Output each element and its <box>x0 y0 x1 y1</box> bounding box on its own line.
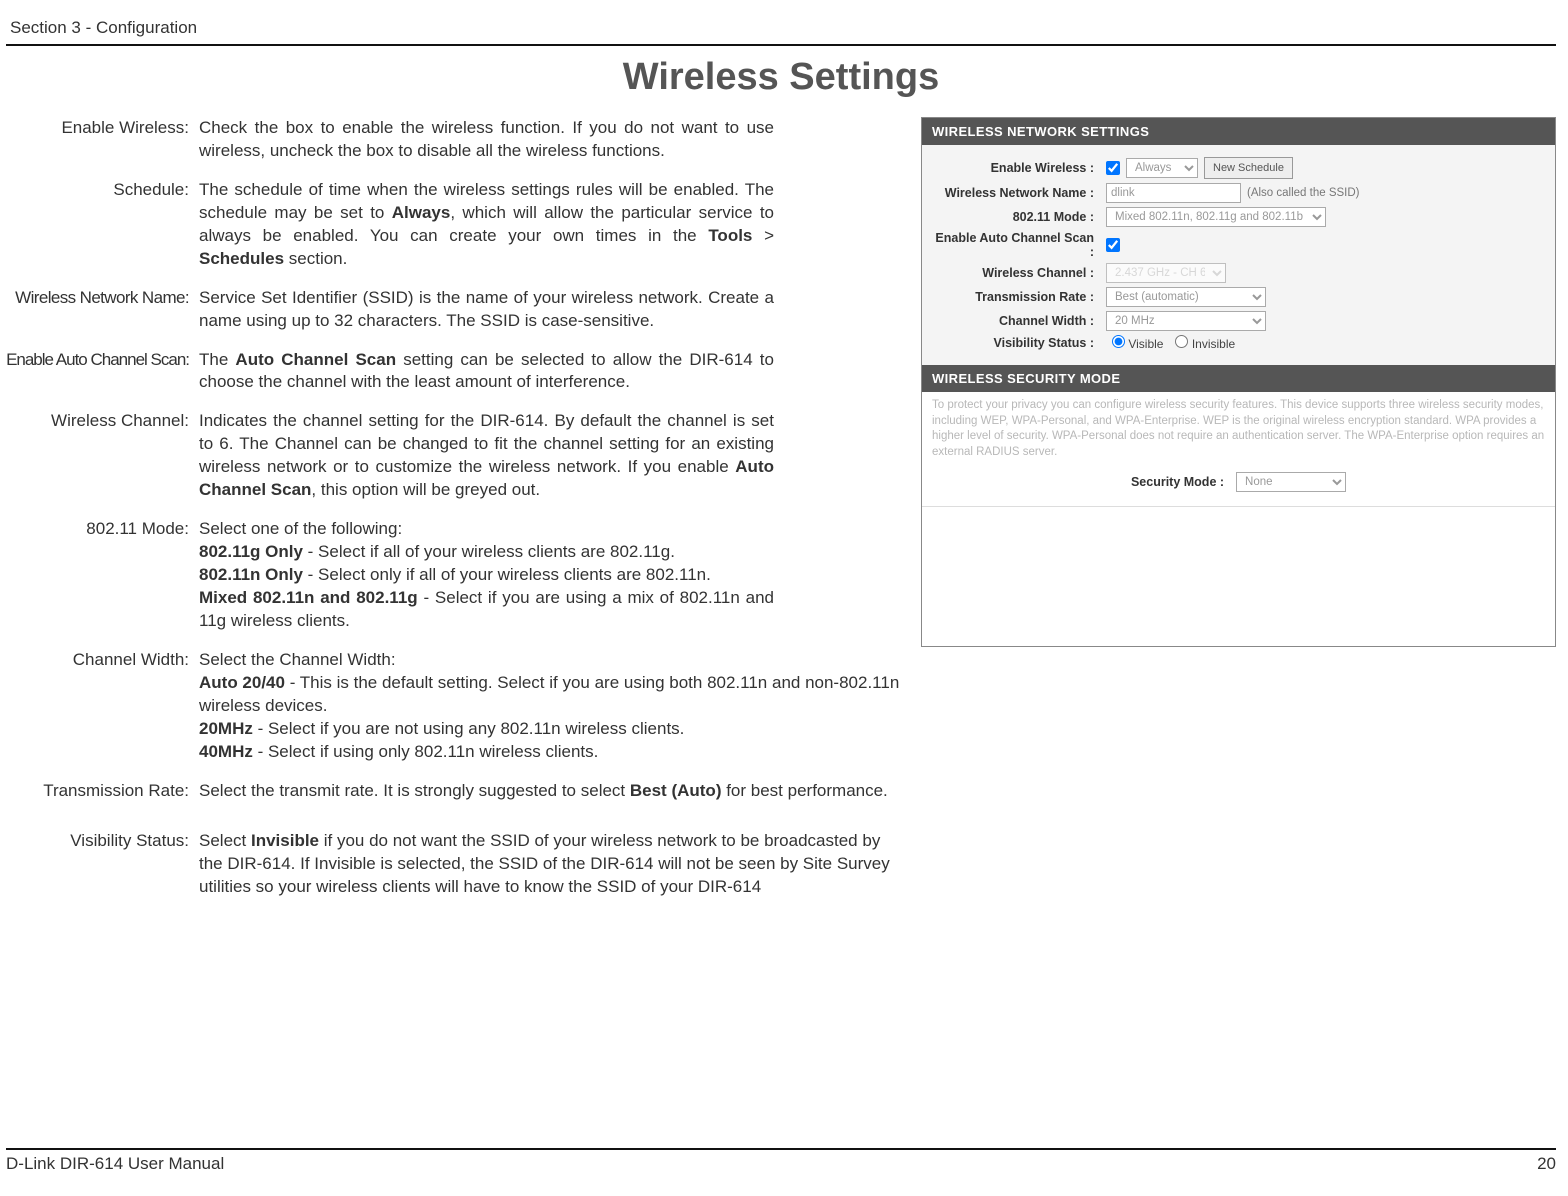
security-description: To protect your privacy you can configur… <box>922 392 1555 464</box>
t: Indicates the channel setting for the DI… <box>199 411 774 476</box>
b: Schedules <box>199 249 284 268</box>
t: The <box>199 350 235 369</box>
def-auto-scan: Enable Auto Channel Scan: The Auto Chann… <box>6 349 907 395</box>
enable-wireless-checkbox[interactable] <box>1106 161 1120 175</box>
b: 802.11g Only <box>199 542 303 561</box>
t: - Select if using only 802.11n wireless … <box>253 742 599 761</box>
def-label: Transmission Rate: <box>6 780 199 803</box>
def-label: 802.11 Mode: <box>6 518 199 633</box>
ss-label-auto: Enable Auto Channel Scan : <box>930 231 1100 259</box>
def-channel: Wireless Channel: Indicates the channel … <box>6 410 907 502</box>
def-label: Wireless Network Name: <box>6 287 199 333</box>
new-schedule-button[interactable]: New Schedule <box>1204 157 1293 179</box>
router-screenshot: WIRELESS NETWORK SETTINGS Enable Wireles… <box>921 117 1556 647</box>
def-label: Enable Wireless: <box>6 117 199 163</box>
panel-header-security: WIRELESS SECURITY MODE <box>922 365 1555 392</box>
t: Select the transmit rate. It is strongly… <box>199 781 630 800</box>
def-visibility: Visibility Status: Select Invisible if y… <box>6 830 907 899</box>
def-label: Channel Width: <box>6 649 199 764</box>
def-width: Channel Width: Select the Channel Width:… <box>6 649 907 764</box>
def-mode: 802.11 Mode: Select one of the following… <box>6 518 907 633</box>
ssid-note: (Also called the SSID) <box>1247 187 1360 199</box>
b: 20MHz <box>199 719 253 738</box>
mode-select[interactable]: Mixed 802.11n, 802.11g and 802.11b <box>1106 207 1326 227</box>
def-network-name: Wireless Network Name: Service Set Ident… <box>6 287 907 333</box>
visible-radio[interactable] <box>1112 335 1125 348</box>
def-label: Schedule: <box>6 179 199 271</box>
b: Auto 20/40 <box>199 673 285 692</box>
t: Select one of the following: <box>199 519 402 538</box>
t: - Select if you are not using any 802.11… <box>253 719 685 738</box>
width-select[interactable]: 20 MHz <box>1106 311 1266 331</box>
page-title: Wireless Settings <box>6 56 1556 99</box>
t: , this option will be greyed out. <box>311 480 540 499</box>
def-desc: Service Set Identifier (SSID) is the nam… <box>199 287 774 333</box>
t: - Select only if all of your wireless cl… <box>303 565 711 584</box>
def-desc: Check the box to enable the wireless fun… <box>199 117 774 163</box>
ss-label-channel: Wireless Channel : <box>930 266 1100 280</box>
section-header: Section 3 - Configuration <box>6 18 1556 46</box>
t: section. <box>284 249 347 268</box>
t: - Select if all of your wireless clients… <box>303 542 675 561</box>
t: - This is the default setting. Select if… <box>199 673 899 715</box>
t: Visible <box>1128 337 1163 351</box>
rate-select[interactable]: Best (automatic) <box>1106 287 1266 307</box>
t: Invisible <box>1192 337 1235 351</box>
def-desc: The schedule of time when the wireless s… <box>199 179 774 271</box>
t: > <box>752 226 774 245</box>
def-rate: Transmission Rate: Select the transmit r… <box>6 780 907 803</box>
ss-label-rate: Transmission Rate : <box>930 290 1100 304</box>
ss-label-secmode: Security Mode : <box>1131 475 1230 489</box>
definitions-column: Enable Wireless: Check the box to enable… <box>6 117 907 915</box>
b: Auto Channel Scan <box>235 350 396 369</box>
b: Tools <box>708 226 752 245</box>
t: for best performance. <box>721 781 887 800</box>
def-desc: Select the transmit rate. It is strongly… <box>199 780 907 803</box>
content-area: Enable Wireless: Check the box to enable… <box>6 117 1556 915</box>
panel-header-network: WIRELESS NETWORK SETTINGS <box>922 118 1555 145</box>
footer-manual: D-Link DIR-614 User Manual <box>6 1154 224 1174</box>
def-desc: Indicates the channel setting for the DI… <box>199 410 774 502</box>
b: Invisible <box>251 831 319 850</box>
ss-label-name: Wireless Network Name : <box>930 186 1100 200</box>
b: Mixed 802.11n and 802.11g <box>199 588 418 607</box>
t: Select <box>199 831 251 850</box>
b: Always <box>392 203 451 222</box>
def-desc: Select the Channel Width: Auto 20/40 - T… <box>199 649 907 764</box>
page-footer: D-Link DIR-614 User Manual 20 <box>6 1148 1556 1174</box>
def-label: Enable Auto Channel Scan: <box>6 349 199 395</box>
blank-area <box>922 506 1555 646</box>
security-mode-select[interactable]: None <box>1236 472 1346 492</box>
def-label: Visibility Status: <box>6 830 199 899</box>
b: Best (Auto) <box>630 781 722 800</box>
visible-radio-label[interactable]: Visible <box>1106 335 1163 351</box>
ssid-input[interactable] <box>1106 183 1241 203</box>
b: 40MHz <box>199 742 253 761</box>
auto-channel-checkbox[interactable] <box>1106 238 1120 252</box>
def-desc: Select Invisible if you do not want the … <box>199 830 907 899</box>
t: Select the Channel Width: <box>199 650 396 669</box>
def-enable-wireless: Enable Wireless: Check the box to enable… <box>6 117 907 163</box>
def-desc: The Auto Channel Scan setting can be sel… <box>199 349 774 395</box>
def-schedule: Schedule: The schedule of time when the … <box>6 179 907 271</box>
footer-page: 20 <box>1537 1154 1556 1174</box>
ss-label-width: Channel Width : <box>930 314 1100 328</box>
def-desc: Select one of the following: 802.11g Onl… <box>199 518 774 633</box>
channel-select: 2.437 GHz - CH 6 <box>1106 263 1226 283</box>
invisible-radio[interactable] <box>1175 335 1188 348</box>
invisible-radio-label[interactable]: Invisible <box>1169 335 1235 351</box>
panel-body-network: Enable Wireless : Always New Schedule Wi… <box>922 145 1555 365</box>
def-label: Wireless Channel: <box>6 410 199 502</box>
ss-label-mode: 802.11 Mode : <box>930 210 1100 224</box>
ss-label-vis: Visibility Status : <box>930 336 1100 350</box>
ss-label-enable: Enable Wireless : <box>930 161 1100 175</box>
b: 802.11n Only <box>199 565 303 584</box>
schedule-select[interactable]: Always <box>1126 158 1198 178</box>
